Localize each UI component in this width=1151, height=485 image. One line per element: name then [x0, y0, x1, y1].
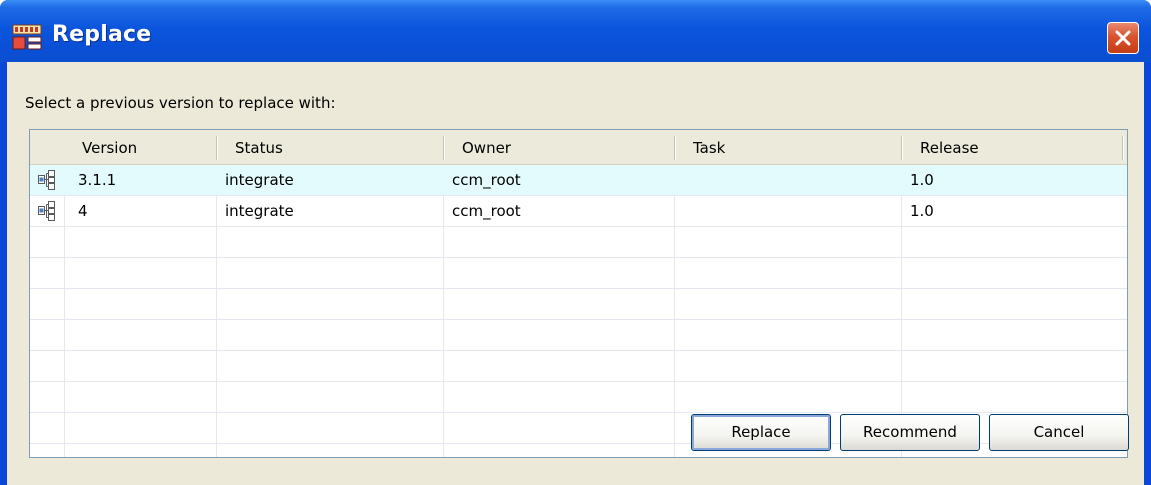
column-header-version[interactable]: Version [64, 130, 216, 164]
empty-row [30, 289, 1127, 320]
title-bar[interactable]: Replace [0, 0, 1151, 62]
window-title: Replace [52, 22, 152, 47]
cancel-button[interactable]: Cancel [989, 414, 1129, 451]
cell-status: integrate [225, 171, 294, 189]
recommend-button[interactable]: Recommend [840, 414, 980, 451]
close-icon [1115, 30, 1131, 46]
table-row[interactable]: 4 integrate ccm_root 1.0 [30, 196, 1127, 227]
cell-status: integrate [225, 202, 294, 220]
object-version-icon [34, 196, 64, 226]
column-header-release[interactable]: Release [902, 130, 1122, 164]
empty-row [30, 320, 1127, 351]
cell-version: 4 [78, 202, 88, 220]
cell-task [675, 165, 901, 195]
replace-dialog: Replace Select a previous version to rep… [0, 0, 1151, 485]
replace-button[interactable]: Replace [691, 414, 831, 451]
empty-row [30, 227, 1127, 258]
cell-owner: ccm_root [452, 171, 521, 189]
table-header: Version Status Owner Task Release [30, 130, 1127, 165]
cell-release: 1.0 [910, 171, 934, 189]
column-header-owner[interactable]: Owner [444, 130, 674, 164]
empty-row [30, 351, 1127, 382]
column-header-status[interactable]: Status [217, 130, 443, 164]
prompt-label: Select a previous version to replace wit… [25, 94, 336, 112]
empty-row [30, 382, 1127, 413]
replace-app-icon [12, 24, 42, 50]
cell-task [675, 196, 901, 226]
object-version-icon [34, 165, 64, 195]
close-button[interactable] [1107, 22, 1139, 54]
column-header-task[interactable]: Task [675, 130, 901, 164]
cell-version: 3.1.1 [78, 171, 117, 189]
dialog-body: Select a previous version to replace wit… [7, 62, 1144, 485]
cell-owner: ccm_root [452, 202, 521, 220]
cell-release: 1.0 [910, 202, 934, 220]
versions-table[interactable]: Version Status Owner Task Release 3.1.1 … [29, 129, 1128, 458]
table-row[interactable]: 3.1.1 integrate ccm_root 1.0 [30, 165, 1127, 196]
empty-row [30, 258, 1127, 289]
